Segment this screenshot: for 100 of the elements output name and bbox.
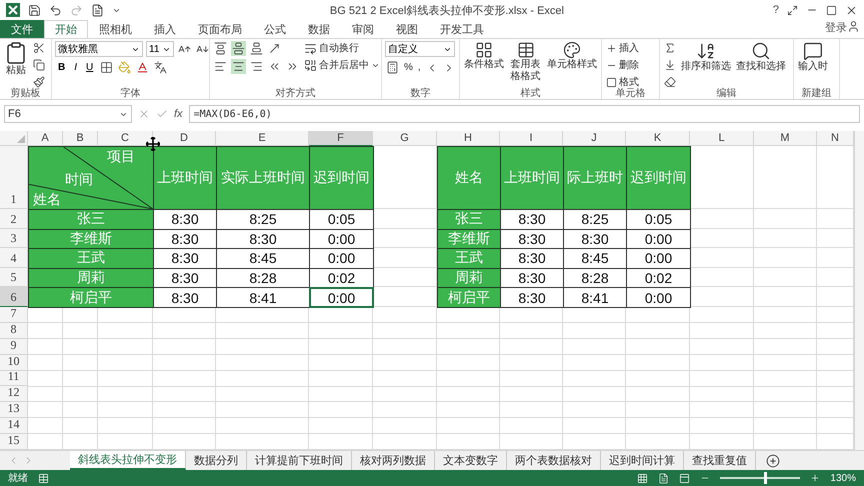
editing-button[interactable]: 查找和选择 [735, 41, 787, 73]
column-header[interactable]: K [626, 131, 690, 146]
table-cell: 0:00 [626, 248, 691, 269]
spreadsheet-logo-icon [6, 3, 20, 17]
clear-button[interactable] [663, 75, 677, 89]
vertical-align-button[interactable] [231, 41, 246, 56]
column-header[interactable]: G [373, 131, 437, 146]
cells-button[interactable]: 插入 [605, 41, 640, 55]
triangle-icon [17, 135, 25, 143]
column-header[interactable]: H [437, 131, 500, 146]
row-header[interactable]: 3 [0, 228, 28, 248]
fill-button[interactable] [663, 58, 677, 72]
row-header[interactable]: 8 [0, 322, 28, 339]
align-icon [214, 42, 227, 55]
help-button[interactable]: ? [772, 4, 779, 16]
cut-button[interactable] [32, 41, 46, 55]
comma-button[interactable]: , [416, 62, 422, 73]
underline-button[interactable]: U [83, 62, 96, 73]
eraser-icon [664, 76, 676, 88]
copy-button[interactable] [32, 58, 46, 72]
row-header[interactable]: 6 [0, 287, 28, 307]
zoom-slider-thumb[interactable] [764, 472, 768, 484]
row-header[interactable]: 4 [0, 248, 28, 268]
vertical-align-button[interactable] [213, 41, 228, 56]
style-button[interactable]: 单元格样式 [546, 41, 598, 71]
row-header[interactable]: 12 [0, 386, 28, 402]
sign-in-link[interactable]: 登录 [825, 20, 847, 38]
zoom-level[interactable]: 130% [830, 472, 856, 484]
column-header[interactable]: B [63, 131, 98, 146]
group-label: 字体 [120, 87, 142, 99]
italic-button[interactable]: I [71, 62, 80, 73]
page-break-icon [679, 472, 690, 484]
undo-icon [49, 4, 62, 16]
format-painter-button[interactable] [32, 75, 46, 89]
formula-field[interactable]: =MAX(D6-E6,0) [188, 105, 860, 123]
ribbon-tab[interactable]: 开始 [44, 20, 88, 38]
row-header[interactable]: 14 [0, 418, 28, 434]
fill-color-button[interactable] [117, 60, 132, 75]
style-button[interactable]: 条件格式 [463, 41, 505, 71]
table-cell: 8:30 [153, 209, 217, 230]
row-header[interactable]: 1 [0, 146, 28, 209]
table-cell: 8:41 [216, 287, 310, 308]
style-button[interactable]: 套用表格格式 [508, 41, 543, 83]
vertical-align-button[interactable] [249, 41, 264, 56]
row-header[interactable]: 13 [0, 402, 28, 418]
merge-center-button[interactable]: 合并后居中 [303, 58, 381, 72]
font-name-field[interactable]: 微软雅黑 [55, 41, 143, 57]
sigma-icon [664, 42, 676, 54]
enter-icon [156, 108, 168, 120]
column-header[interactable]: N [817, 131, 854, 146]
cells-button[interactable]: 格式 [605, 75, 640, 89]
input-button[interactable]: 输入时 [797, 41, 829, 73]
row-header[interactable]: 10 [0, 354, 28, 371]
row-header[interactable]: 9 [0, 338, 28, 355]
font-size-field[interactable]: 11 [146, 41, 174, 57]
vertical-scrollbar[interactable] [854, 131, 864, 450]
row-header[interactable]: 7 [0, 306, 28, 323]
scissors-icon [33, 42, 45, 54]
row-header[interactable]: 11 [0, 370, 28, 386]
row-header[interactable]: 15 [0, 434, 28, 450]
header-text: 项目 [107, 148, 135, 164]
name-box[interactable]: F6 [4, 105, 132, 123]
table-cell: 0:00 [309, 228, 374, 250]
wrap-text-button[interactable]: 自动换行 [303, 41, 381, 55]
column-header[interactable]: F [309, 131, 373, 146]
horizontal-align-button[interactable] [231, 59, 246, 74]
header-text: 时间 [65, 171, 93, 187]
column-header[interactable]: C [98, 131, 153, 146]
redo-icon [70, 4, 83, 16]
group-label: 对齐方式 [274, 87, 316, 99]
column-header[interactable]: J [563, 131, 626, 146]
column-header[interactable]: M [754, 131, 817, 146]
document-icon [91, 4, 104, 16]
name-cell: 柯启平 [437, 287, 501, 308]
insert-function-button[interactable]: fx [174, 108, 183, 120]
column-header[interactable]: I [500, 131, 563, 146]
column-header[interactable]: E [216, 131, 309, 146]
paste-button[interactable]: 粘贴 [3, 41, 29, 77]
column-header[interactable]: A [28, 131, 63, 146]
cancel-icon [138, 108, 150, 120]
ribbon-tab[interactable]: 文件 [0, 20, 44, 38]
column-header[interactable]: D [153, 131, 216, 146]
bold-button[interactable]: B [55, 62, 68, 73]
table-cell: 8:30 [500, 209, 564, 230]
paintbrush-icon [33, 76, 45, 88]
phonetic-button[interactable] [153, 60, 168, 75]
number-format-field[interactable]: 自定义 [385, 41, 455, 57]
status-text: 就绪 [8, 472, 28, 485]
cells-button[interactable]: 删除 [605, 58, 640, 72]
accounting-format-button[interactable] [385, 60, 400, 75]
borders-button[interactable] [99, 60, 114, 75]
column-header[interactable]: L [690, 131, 754, 146]
editing-button[interactable]: 排序和筛选 [680, 41, 732, 73]
header-cell: 姓名 [437, 146, 501, 210]
header-cell: 实际上班时间 [216, 146, 310, 210]
row-header[interactable]: 5 [0, 268, 28, 288]
fill-down-icon [664, 59, 676, 71]
percent-button[interactable]: % [403, 62, 414, 73]
sheet-tab[interactable]: 斜线表头拉伸不变形 [70, 451, 186, 470]
row-header[interactable]: 2 [0, 209, 28, 229]
